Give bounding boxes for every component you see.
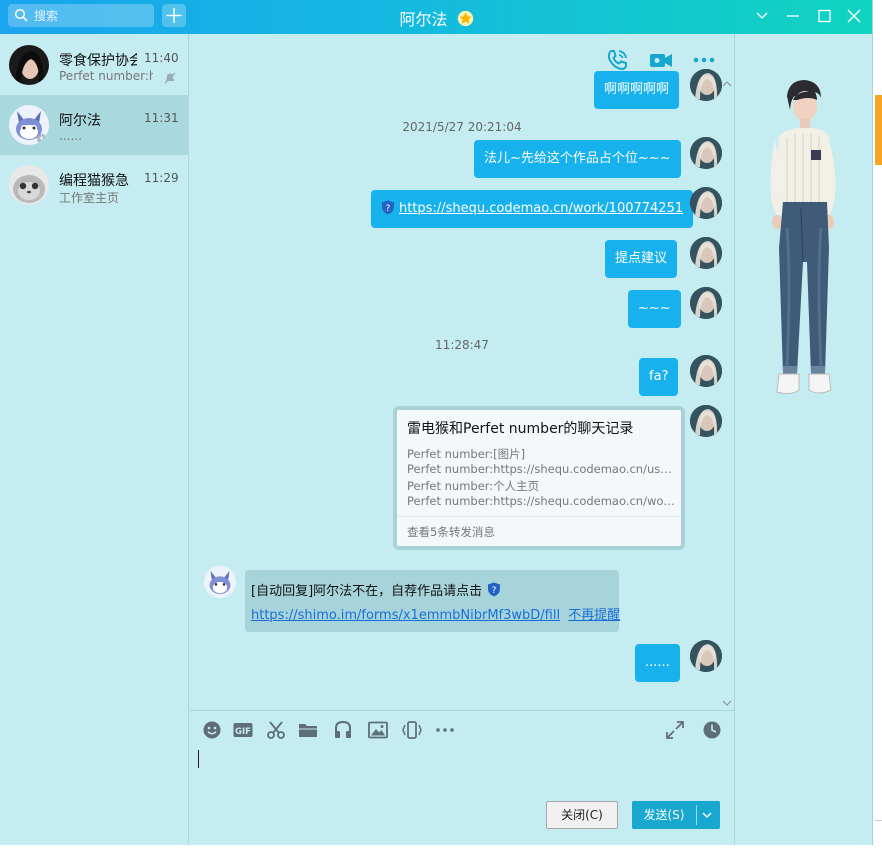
- shake-icon[interactable]: [401, 719, 423, 741]
- stop-reminding-link[interactable]: 不再提醒: [568, 608, 620, 623]
- gif-icon[interactable]: GIF: [232, 719, 254, 741]
- video-icon[interactable]: [648, 48, 674, 72]
- conversation-preview: Perfet number:h: [59, 69, 153, 83]
- avatar: [690, 237, 722, 269]
- scroll-down-icon[interactable]: [722, 699, 732, 707]
- message-text: fa?: [649, 369, 669, 384]
- incoming-message: [自动回复]阿尔法不在，自荐作品请点击 ? https://shimo.im/f…: [245, 570, 620, 632]
- more-icon[interactable]: [434, 719, 456, 741]
- folder-icon[interactable]: [297, 719, 319, 741]
- timestamp: 11:28:47: [435, 338, 489, 352]
- avatar: [690, 405, 722, 437]
- forwarded-line: Perfet number:[图片]: [407, 447, 526, 461]
- conversation-time: 11:31: [144, 111, 179, 125]
- forwarded-footer[interactable]: 查看5条转发消息: [407, 524, 495, 540]
- forwarded-line: Perfet number:https://shequ.codemao.cn/w…: [407, 494, 675, 508]
- avatar: [690, 640, 722, 672]
- background-window-edge: [873, 0, 882, 849]
- scroll-up-icon[interactable]: [722, 80, 732, 88]
- message-text: 法儿~先给这个作品占个位~~~: [484, 151, 671, 166]
- svg-text:?: ?: [386, 204, 391, 214]
- form-link[interactable]: https://shimo.im/forms/x1emmbNibrMf3wbD/…: [251, 608, 560, 623]
- divider: [190, 710, 734, 711]
- message-text: 提点建议: [615, 251, 668, 266]
- expand-icon[interactable]: [664, 719, 686, 741]
- message-bubble: 法儿~先给这个作品占个位~~~: [474, 140, 681, 178]
- message-bubble: 啊啊啊啊啊: [594, 71, 680, 109]
- message-bubble: ? https://shequ.codemao.cn/work/100774251: [371, 190, 694, 228]
- timestamp: 2021/5/27 20:21:04: [402, 120, 522, 134]
- close-icon[interactable]: [844, 7, 864, 25]
- avatar: [690, 137, 722, 169]
- message-link[interactable]: https://shequ.codemao.cn/work/100774251: [399, 201, 683, 216]
- avatar: [690, 287, 722, 319]
- message-text: 啊啊啊啊啊: [604, 82, 670, 97]
- avatar: [690, 355, 722, 387]
- chat-area: 啊啊啊啊啊 2021/5/27 20:21:04 法儿~先给这个作品占个位~~~…: [190, 34, 734, 845]
- chevron-down-icon[interactable]: [752, 7, 772, 25]
- maximize-icon[interactable]: [814, 7, 834, 25]
- avatar: [690, 69, 722, 101]
- character-illustration: [770, 80, 836, 395]
- forwarded-title: 雷电猴和Perfet number的聊天记录: [407, 421, 634, 437]
- conversation-name: 零食保护协会: [59, 53, 137, 69]
- emoji-icon[interactable]: [201, 719, 223, 741]
- avatar: [204, 566, 236, 598]
- conversation-item[interactable]: 编程猫猴急 11:29 工作室主页: [0, 155, 189, 215]
- auto-reply-text: [自动回复]阿尔法不在，自荐作品请点击: [251, 584, 483, 599]
- message-text: ......: [645, 655, 670, 670]
- scissors-icon[interactable]: [265, 719, 287, 741]
- shield-icon: ?: [382, 200, 394, 215]
- avatar: [9, 45, 49, 85]
- conversation-preview: 工作室主页: [59, 191, 120, 205]
- shield-icon: ?: [488, 582, 501, 597]
- close-button[interactable]: 关闭(C): [546, 801, 618, 829]
- conversation-name: 编程猫猴急: [59, 173, 129, 189]
- conversation-list: 零食保护协会 11:40 Perfet number:h 阿尔法 11:31 .…: [0, 34, 189, 845]
- conversation-time: 11:29: [144, 171, 179, 185]
- divider: [875, 820, 882, 840]
- star-icon: [457, 10, 473, 27]
- image-icon[interactable]: [367, 719, 389, 741]
- message-bubble: ~~~: [628, 290, 681, 328]
- phone-icon[interactable]: [604, 48, 630, 72]
- window-title: 阿尔法: [399, 10, 448, 29]
- avatar: [9, 105, 49, 145]
- window-title-wrap: 阿尔法: [0, 6, 872, 30]
- send-button[interactable]: 发送(S): [632, 801, 720, 829]
- character-panel: [734, 34, 872, 845]
- svg-text:GIF: GIF: [235, 727, 251, 737]
- conversation-item[interactable]: 零食保护协会 11:40 Perfet number:h: [0, 35, 189, 95]
- history-icon[interactable]: [701, 719, 723, 741]
- conversation-name: 阿尔法: [59, 113, 101, 129]
- avatar: [690, 187, 722, 219]
- auto-reply-links: https://shimo.im/forms/x1emmbNibrMf3wbD/…: [251, 604, 620, 623]
- svg-text:?: ?: [492, 586, 497, 596]
- avatar: [9, 165, 49, 205]
- message-bubble: fa?: [639, 358, 679, 396]
- background-accent: [875, 95, 882, 165]
- message-bubble: ......: [635, 644, 680, 682]
- minimize-icon[interactable]: [783, 7, 803, 25]
- text-cursor[interactable]: [198, 750, 199, 768]
- forwarded-chat-card[interactable]: 雷电猴和Perfet number的聊天记录 Perfet number:[图片…: [393, 406, 685, 550]
- forwarded-line: Perfet number:https://shequ.codemao.cn/u…: [407, 462, 675, 476]
- divider: [696, 805, 697, 825]
- auto-reply-line: [自动回复]阿尔法不在，自荐作品请点击 ?: [251, 580, 501, 599]
- divider: [397, 516, 681, 517]
- conversation-item[interactable]: 阿尔法 11:31 ......: [0, 95, 189, 155]
- title-bar: 搜索 阿尔法: [0, 0, 872, 34]
- send-label: 发送(S): [643, 808, 685, 822]
- conversation-time: 11:40: [144, 51, 179, 65]
- forwarded-line: Perfet number:个人主页: [407, 479, 540, 493]
- music-icon[interactable]: [332, 719, 354, 741]
- chevron-down-icon[interactable]: [700, 809, 714, 821]
- mute-icon: [164, 72, 176, 84]
- message-bubble: 提点建议: [605, 240, 678, 278]
- message-text: ~~~: [638, 301, 671, 316]
- chat-window: 搜索 阿尔法 零食保护协会 11:40 Perfet number:h 阿尔法 …: [0, 0, 873, 845]
- conversation-preview: ......: [59, 129, 82, 143]
